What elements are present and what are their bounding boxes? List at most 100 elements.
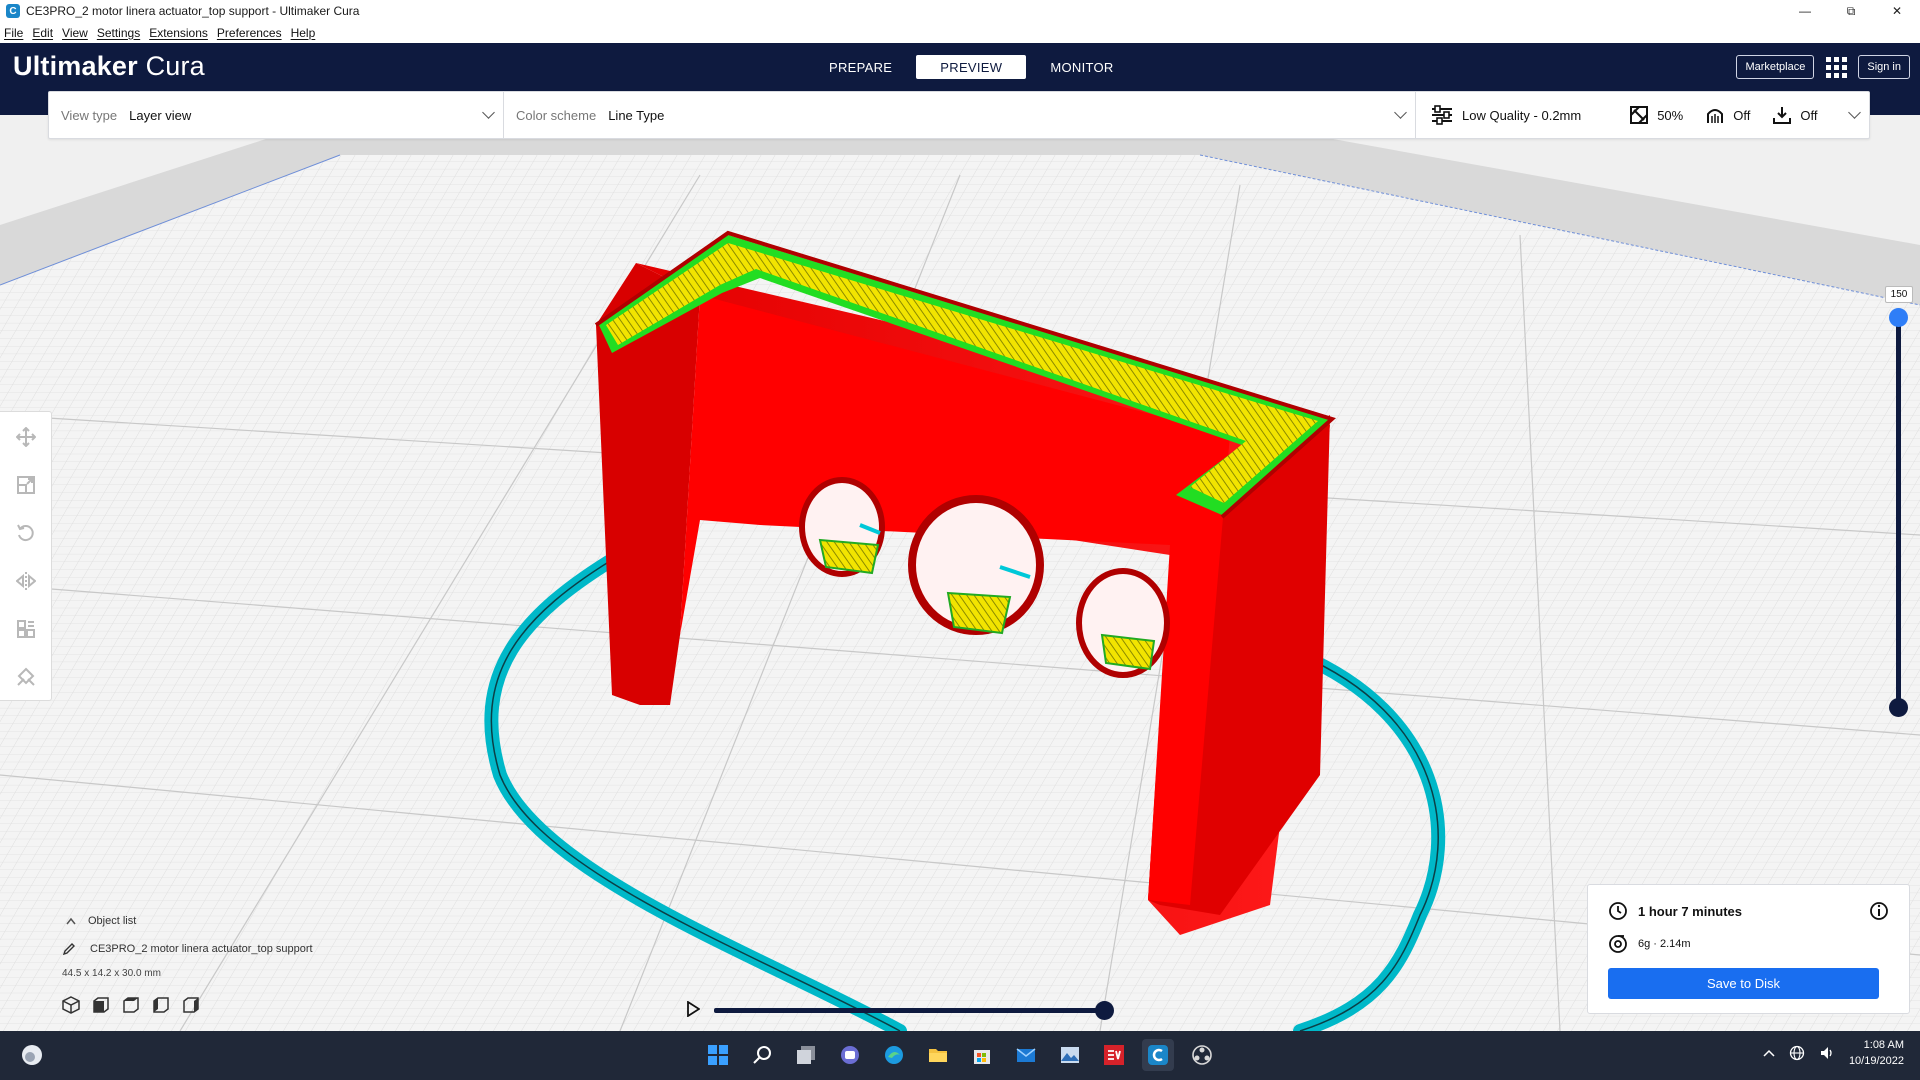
chevron-down-icon <box>1394 106 1407 119</box>
volume-icon[interactable] <box>1819 1045 1835 1061</box>
front-view-icon[interactable] <box>92 996 110 1014</box>
save-to-disk-button[interactable]: Save to Disk <box>1608 968 1879 999</box>
move-icon[interactable] <box>14 425 38 449</box>
chevron-up-icon[interactable] <box>1763 1048 1775 1058</box>
tab-preview[interactable]: PREVIEW <box>916 55 1027 79</box>
sign-in-button[interactable]: Sign in <box>1858 55 1910 79</box>
adhesion-icon <box>1773 107 1792 124</box>
layer-slider-top-handle[interactable] <box>1889 308 1908 327</box>
camera-view-buttons <box>62 996 313 1014</box>
layer-number-input[interactable]: 150 <box>1885 286 1913 303</box>
window-title-bar: C CE3PRO_2 motor linera actuator_top sup… <box>0 0 1920 22</box>
path-slider-track[interactable] <box>714 1008 1104 1013</box>
infill-setting: 50% <box>1629 105 1683 125</box>
profile-setting: Low Quality - 0.2mm <box>1430 105 1581 125</box>
color-scheme-label: Color scheme <box>516 107 597 123</box>
material-usage-row: 6g · 2.14m <box>1608 934 1691 954</box>
taskbar-apps <box>702 1039 1218 1071</box>
file-explorer-icon[interactable] <box>922 1039 954 1071</box>
menu-edit[interactable]: Edit <box>28 26 58 40</box>
menu-extensions[interactable]: Extensions <box>145 26 213 40</box>
window-title: CE3PRO_2 motor linera actuator_top suppo… <box>26 4 360 18</box>
object-list-header: Object list <box>88 915 137 927</box>
support-icon <box>1707 109 1724 123</box>
brand-name: Ultimaker <box>13 51 138 81</box>
apps-grid-icon[interactable] <box>1824 55 1848 79</box>
menu-bar: File Edit View Settings Extensions Prefe… <box>0 22 1920 43</box>
header-actions: Marketplace Sign in <box>1736 55 1910 79</box>
profile-value: Low Quality - 0.2mm <box>1462 107 1582 123</box>
tab-monitor[interactable]: MONITOR <box>1026 55 1137 79</box>
adhesion-value: Off <box>1800 107 1818 123</box>
spool-icon <box>1609 935 1627 953</box>
per-model-settings-icon[interactable] <box>14 617 38 641</box>
taskbar-clock[interactable]: 1:08 AM 10/19/2022 <box>1849 1037 1904 1069</box>
window-controls: — ⧉ ✕ <box>1782 0 1920 22</box>
info-icon[interactable] <box>1869 901 1889 921</box>
teams-chat-icon[interactable] <box>834 1039 866 1071</box>
menu-preferences[interactable]: Preferences <box>213 26 287 40</box>
tab-prepare[interactable]: PREPARE <box>805 55 916 79</box>
edge-browser-icon[interactable] <box>878 1039 910 1071</box>
print-settings-selector[interactable]: Low Quality - 0.2mm 50% Off Off <box>1416 92 1869 138</box>
sliders-icon <box>1432 105 1452 125</box>
play-icon[interactable] <box>686 1001 700 1017</box>
mirror-icon[interactable] <box>14 569 38 593</box>
mail-icon[interactable] <box>1010 1039 1042 1071</box>
print-time: 1 hour 7 minutes <box>1638 903 1743 919</box>
weather-icon[interactable] <box>20 1043 44 1067</box>
layer-slider-track[interactable] <box>1896 317 1901 707</box>
minimize-button[interactable]: — <box>1782 0 1828 22</box>
marketplace-button[interactable]: Marketplace <box>1736 55 1815 79</box>
menu-help[interactable]: Help <box>287 26 321 40</box>
clock-date: 10/19/2022 <box>1848 1055 1904 1067</box>
chevron-down-icon <box>1848 106 1861 119</box>
object-list-item[interactable]: CE3PRO_2 motor linera actuator_top suppo… <box>62 940 313 958</box>
rotate-icon[interactable] <box>14 521 38 545</box>
print-output-panel: 1 hour 7 minutes 6g · 2.14m Save to Disk <box>1587 884 1910 1014</box>
support-setting: Off <box>1705 105 1750 125</box>
adhesion-setting: Off <box>1772 105 1817 125</box>
solidworks-icon[interactable] <box>1098 1039 1130 1071</box>
support-value: Off <box>1733 107 1751 123</box>
view-type-value: Layer view <box>129 107 192 123</box>
color-scheme-value: Line Type <box>608 107 665 123</box>
menu-file[interactable]: File <box>0 26 28 40</box>
brand-logo: Ultimaker Cura <box>13 51 205 82</box>
cura-app-icon: C <box>6 4 20 18</box>
scale-icon[interactable] <box>14 473 38 497</box>
left-view-icon[interactable] <box>152 996 170 1014</box>
view-type-label: View type <box>61 107 118 123</box>
task-view-icon[interactable] <box>790 1039 822 1071</box>
search-icon[interactable] <box>746 1039 778 1071</box>
right-view-icon[interactable] <box>182 996 200 1014</box>
stage-tabs: PREPARE PREVIEW MONITOR <box>805 55 1138 79</box>
pencil-icon[interactable] <box>62 942 76 956</box>
photos-icon[interactable] <box>1054 1039 1086 1071</box>
path-slider-handle[interactable] <box>1095 1001 1114 1020</box>
layer-slider-bottom-handle[interactable] <box>1889 698 1908 717</box>
3d-view-icon[interactable] <box>62 996 80 1014</box>
maximize-button[interactable]: ⧉ <box>1828 0 1874 22</box>
top-view-icon[interactable] <box>122 996 140 1014</box>
support-blocker-icon[interactable] <box>14 665 38 689</box>
start-icon[interactable] <box>702 1039 734 1071</box>
cura-taskbar-icon[interactable] <box>1142 1039 1174 1071</box>
obs-icon[interactable] <box>1186 1039 1218 1071</box>
windows-taskbar: 1:08 AM 10/19/2022 <box>0 1031 1920 1080</box>
globe-icon[interactable] <box>1789 1045 1805 1061</box>
color-scheme-dropdown[interactable]: Color scheme Line Type <box>504 92 1416 138</box>
close-button[interactable]: ✕ <box>1874 0 1920 22</box>
menu-settings[interactable]: Settings <box>93 26 145 40</box>
chevron-up-icon <box>66 917 76 925</box>
object-list-panel: Object list CE3PRO_2 motor linera actuat… <box>62 912 313 1014</box>
object-name: CE3PRO_2 motor linera actuator_top suppo… <box>90 943 313 955</box>
clock-time: 1:08 AM <box>1863 1039 1904 1051</box>
menu-view[interactable]: View <box>58 26 93 40</box>
object-list-toggle[interactable]: Object list <box>66 912 313 930</box>
microsoft-store-icon[interactable] <box>966 1039 998 1071</box>
infill-icon <box>1630 106 1649 124</box>
view-type-dropdown[interactable]: View type Layer view <box>49 92 504 138</box>
print-time-row: 1 hour 7 minutes <box>1608 901 1742 921</box>
system-tray: 1:08 AM 10/19/2022 <box>1763 1037 1904 1069</box>
